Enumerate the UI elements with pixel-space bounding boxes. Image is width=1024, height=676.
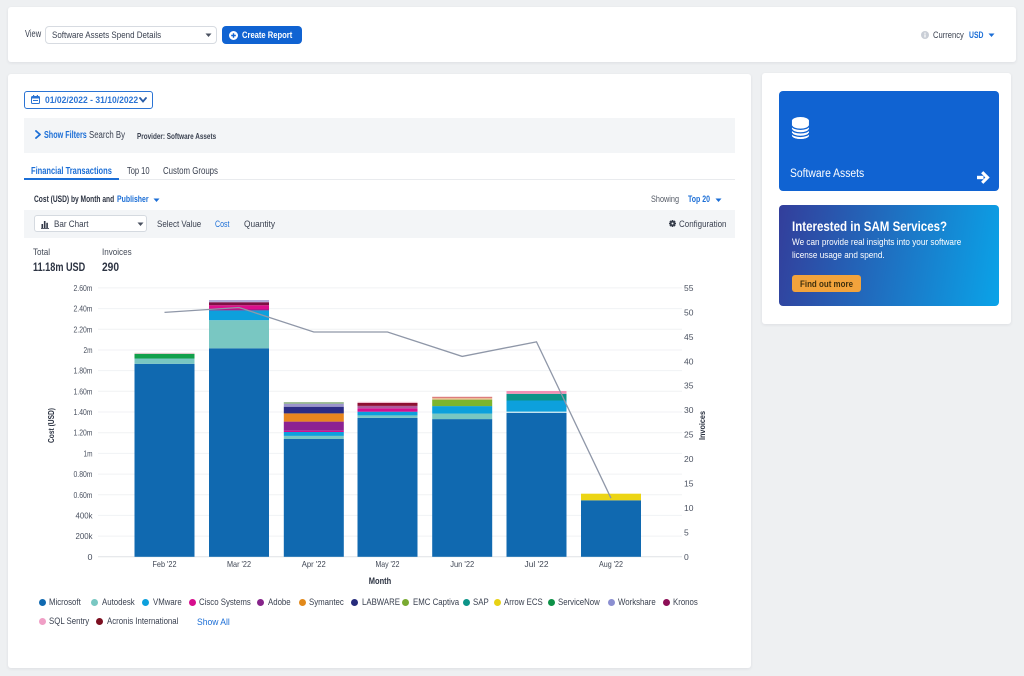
- svg-text:Month: Month: [369, 576, 392, 586]
- svg-text:2.20m: 2.20m: [74, 324, 93, 334]
- svg-text:0: 0: [88, 552, 93, 562]
- svg-text:Jun '22: Jun '22: [450, 559, 474, 569]
- svg-text:5: 5: [684, 527, 689, 537]
- svg-text:Cost (USD): Cost (USD): [46, 408, 56, 443]
- svg-text:1m: 1m: [84, 448, 93, 458]
- svg-text:0.60m: 0.60m: [74, 490, 93, 500]
- svg-text:2m: 2m: [84, 345, 93, 355]
- svg-text:0.80m: 0.80m: [74, 469, 93, 479]
- svg-text:1.40m: 1.40m: [74, 407, 93, 417]
- svg-text:1.60m: 1.60m: [74, 386, 93, 396]
- svg-text:400k: 400k: [76, 510, 94, 520]
- svg-text:55: 55: [684, 283, 694, 293]
- svg-text:25: 25: [684, 430, 694, 440]
- svg-text:2.40m: 2.40m: [74, 304, 93, 314]
- svg-text:Invoices: Invoices: [697, 411, 707, 440]
- svg-text:30: 30: [684, 405, 694, 415]
- svg-text:40: 40: [684, 356, 694, 366]
- svg-text:2.60m: 2.60m: [74, 283, 93, 293]
- svg-text:Apr '22: Apr '22: [302, 559, 326, 569]
- svg-text:35: 35: [684, 381, 694, 391]
- svg-text:1.80m: 1.80m: [74, 366, 93, 376]
- svg-text:Feb '22: Feb '22: [153, 559, 177, 569]
- svg-text:Aug '22: Aug '22: [599, 559, 623, 569]
- svg-text:10: 10: [684, 503, 694, 513]
- svg-text:15: 15: [684, 479, 694, 489]
- svg-text:0: 0: [684, 552, 689, 562]
- svg-text:45: 45: [684, 332, 694, 342]
- svg-text:20: 20: [684, 454, 694, 464]
- svg-text:Mar '22: Mar '22: [227, 559, 251, 569]
- svg-text:200k: 200k: [76, 531, 94, 541]
- svg-text:50: 50: [684, 307, 694, 317]
- svg-text:1.20m: 1.20m: [74, 428, 93, 438]
- svg-text:Jul '22: Jul '22: [525, 559, 549, 569]
- svg-text:May '22: May '22: [376, 559, 400, 569]
